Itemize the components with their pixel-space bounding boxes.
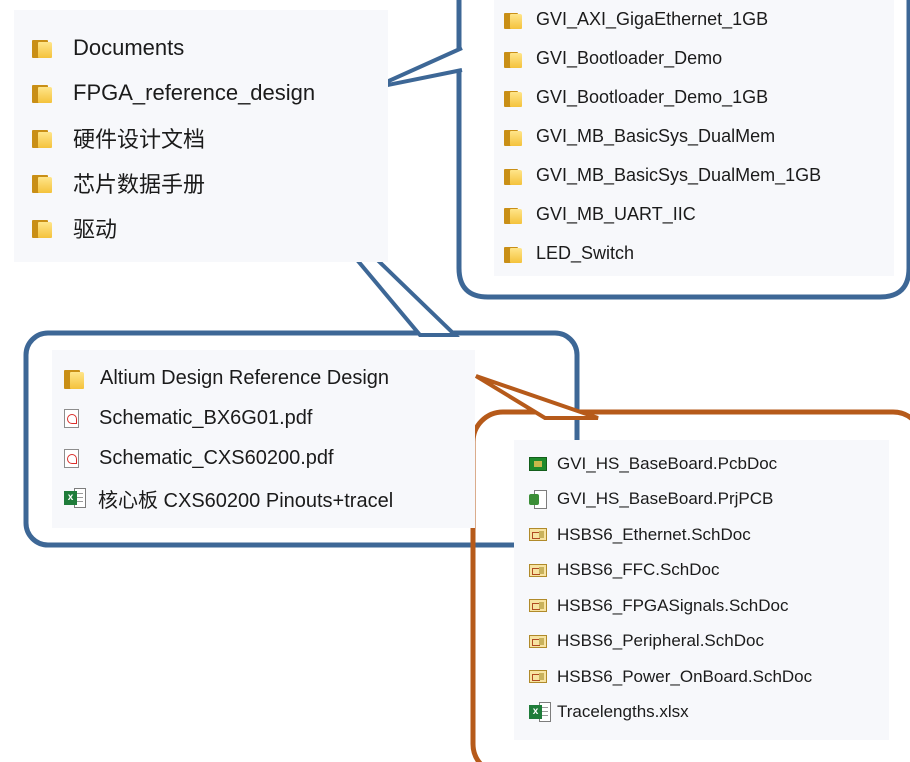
folder-item-gvi-bootloader-demo-1gb[interactable]: GVI_Bootloader_Demo_1GB [504, 78, 821, 117]
file-label: Tracelengths.xlsx [557, 702, 689, 722]
file-label: HSBS6_Ethernet.SchDoc [557, 524, 751, 544]
folder-label: GVI_Bootloader_Demo [536, 48, 723, 68]
file-label: Schematic_CXS60200.pdf [99, 446, 334, 469]
prjpcb-icon [529, 490, 547, 510]
pcbdoc-icon [529, 456, 547, 471]
file-label: HSBS6_Peripheral.SchDoc [557, 631, 764, 651]
schdoc-icon [529, 670, 547, 684]
folder-icon [504, 205, 523, 224]
folder-item-gvi-mb-uart-iic[interactable]: GVI_MB_UART_IIC [504, 195, 821, 234]
file-item-schematic-bx6g01-pdf[interactable]: Schematic_BX6G01.pdf [64, 398, 393, 438]
folder-item-gvi-axi-gigaethernet-1gb[interactable]: GVI_AXI_GigaEthernet_1GB [504, 0, 821, 39]
folder-icon [64, 368, 85, 389]
excel-icon: x [64, 488, 86, 508]
folder-label: 驱动 [73, 216, 118, 242]
file-label: Schematic_BX6G01.pdf [99, 406, 313, 429]
folder-icon [504, 127, 523, 146]
folder-label: Documents [73, 34, 185, 60]
fpga-folder-panel: GVI_AXI_GigaEthernet_1GB GVI_Bootloader_… [494, 0, 894, 276]
folder-item-gvi-bootloader-demo[interactable]: GVI_Bootloader_Demo [504, 39, 821, 78]
folder-label: Altium Design Reference Design [100, 366, 390, 389]
folder-icon [32, 172, 53, 194]
folder-item-drivers[interactable]: 驱动 [32, 205, 315, 250]
file-label: GVI_HS_BaseBoard.PcbDoc [557, 453, 778, 473]
file-item-hsbs6-ethernet-schdoc[interactable]: HSBS6_Ethernet.SchDoc [529, 517, 812, 553]
folder-label: 硬件设计文档 [73, 126, 206, 152]
folder-icon [504, 88, 523, 107]
pdf-icon [64, 448, 79, 468]
file-label: HSBS6_Power_OnBoard.SchDoc [557, 666, 813, 686]
folder-icon [32, 217, 53, 239]
folder-label: GVI_MB_BasicSys_DualMem [536, 126, 776, 146]
folder-item-gvi-mb-basicsys-dualmem[interactable]: GVI_MB_BasicSys_DualMem [504, 117, 821, 156]
schdoc-icon [529, 599, 547, 613]
file-item-hsbs6-peripheral-schdoc[interactable]: HSBS6_Peripheral.SchDoc [529, 624, 812, 660]
file-item-hsbs6-fpgasignals-schdoc[interactable]: HSBS6_FPGASignals.SchDoc [529, 588, 812, 624]
file-label: GVI_HS_BaseBoard.PrjPCB [557, 489, 774, 509]
folder-icon [504, 166, 523, 185]
file-item-core-board-pinouts[interactable]: x 核心板 CXS60200 Pinouts+tracel [64, 478, 393, 518]
root-folder-panel: Documents FPGA_reference_design 硬件设计文档 芯… [14, 10, 388, 262]
file-item-hsbs6-power-onboard-schdoc[interactable]: HSBS6_Power_OnBoard.SchDoc [529, 659, 812, 695]
file-item-gvi-hs-baseboard-pcbdoc[interactable]: GVI_HS_BaseBoard.PcbDoc [529, 446, 812, 482]
folder-label: GVI_Bootloader_Demo_1GB [536, 87, 769, 107]
file-label: HSBS6_FFC.SchDoc [557, 560, 720, 580]
folder-label: FPGA_reference_design [73, 79, 316, 105]
folder-label: GVI_MB_UART_IIC [536, 204, 696, 224]
file-item-schematic-cxs60200-pdf[interactable]: Schematic_CXS60200.pdf [64, 438, 393, 478]
folder-item-documents[interactable]: Documents [32, 25, 315, 70]
folder-label: LED_Switch [536, 243, 635, 263]
folder-icon [32, 127, 53, 149]
file-item-gvi-hs-baseboard-prjpcb[interactable]: GVI_HS_BaseBoard.PrjPCB [529, 482, 812, 518]
file-label: HSBS6_FPGASignals.SchDoc [557, 595, 789, 615]
file-item-tracelengths-xlsx[interactable]: x Tracelengths.xlsx [529, 695, 812, 731]
folder-label: 芯片数据手册 [73, 171, 206, 197]
excel-icon: x [529, 702, 551, 723]
folder-item-hardware-design-docs[interactable]: 硬件设计文档 [32, 115, 315, 160]
folder-item-led-switch[interactable]: LED_Switch [504, 234, 821, 273]
folder-icon [504, 244, 523, 263]
file-label: 核心板 CXS60200 Pinouts+tracel [98, 489, 394, 512]
folder-item-chip-datasheets[interactable]: 芯片数据手册 [32, 160, 315, 205]
folder-item-fpga-reference-design[interactable]: FPGA_reference_design [32, 70, 315, 115]
folder-icon [504, 10, 523, 29]
schdoc-icon [529, 634, 547, 648]
folder-label: GVI_MB_BasicSys_DualMem_1GB [536, 165, 822, 185]
file-item-hsbs6-ffc-schdoc[interactable]: HSBS6_FFC.SchDoc [529, 553, 812, 589]
hardware-docs-panel: Altium Design Reference Design Schematic… [52, 350, 475, 528]
pdf-icon [64, 408, 79, 428]
folder-label: GVI_AXI_GigaEthernet_1GB [536, 9, 769, 29]
folder-icon [32, 37, 53, 59]
folder-item-altium-design-reference-design[interactable]: Altium Design Reference Design [64, 358, 393, 398]
schdoc-icon [529, 563, 547, 577]
folder-icon [504, 49, 523, 68]
folder-icon [32, 82, 53, 104]
altium-folder-panel: GVI_HS_BaseBoard.PcbDoc GVI_HS_BaseBoard… [514, 440, 889, 740]
schdoc-icon [529, 528, 547, 542]
folder-item-gvi-mb-basicsys-dualmem-1gb[interactable]: GVI_MB_BasicSys_DualMem_1GB [504, 156, 821, 195]
